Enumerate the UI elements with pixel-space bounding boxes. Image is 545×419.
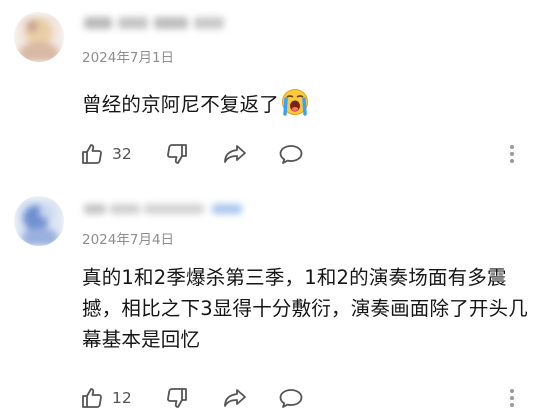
more-vertical-icon — [510, 145, 514, 163]
comment-text-content: 曾经的京阿尼不复返了 — [82, 93, 280, 116]
comment-date: 2024年7月1日 — [82, 50, 175, 66]
username[interactable] — [82, 200, 252, 218]
thumb-up-icon — [82, 144, 102, 164]
like-count: 32 — [112, 145, 132, 163]
share-button[interactable] — [222, 383, 248, 413]
share-icon — [224, 145, 246, 163]
reply-button[interactable] — [278, 383, 304, 413]
comment-item: 2024年7月4日 真的1和2季爆杀第三季，1和2的演奏场面有多震撼，相比之下3… — [0, 190, 545, 419]
username[interactable] — [82, 14, 232, 32]
thumb-down-icon — [167, 144, 187, 164]
thumb-down-icon — [167, 388, 187, 408]
comment-actions: 12 — [80, 383, 535, 413]
comment-text: 曾经的京阿尼不复返了 — [82, 88, 532, 125]
avatar[interactable] — [14, 196, 64, 246]
comment-actions: 32 — [80, 139, 535, 169]
comment-text: 真的1和2季爆杀第三季，1和2的演奏场面有多震撼，相比之下3显得十分敷衍，演奏画… — [82, 266, 529, 351]
comment-icon — [279, 145, 303, 164]
dislike-button[interactable] — [165, 139, 189, 169]
more-options-button[interactable] — [510, 383, 514, 413]
thumb-up-icon — [82, 388, 102, 408]
reply-button[interactable] — [278, 139, 304, 169]
crying-face-emoji-icon — [281, 88, 309, 125]
more-vertical-icon — [510, 389, 514, 407]
comment-item: 2024年7月1日 曾经的京阿尼不复返了 32 — [0, 0, 545, 190]
share-icon — [224, 389, 246, 407]
like-button[interactable]: 12 — [80, 383, 132, 413]
dislike-button[interactable] — [165, 383, 189, 413]
share-button[interactable] — [222, 139, 248, 169]
like-count: 12 — [112, 389, 132, 407]
avatar[interactable] — [14, 12, 64, 62]
like-button[interactable]: 32 — [80, 139, 132, 169]
comment-date: 2024年7月4日 — [82, 232, 175, 248]
comment-icon — [279, 389, 303, 408]
more-options-button[interactable] — [510, 139, 514, 169]
